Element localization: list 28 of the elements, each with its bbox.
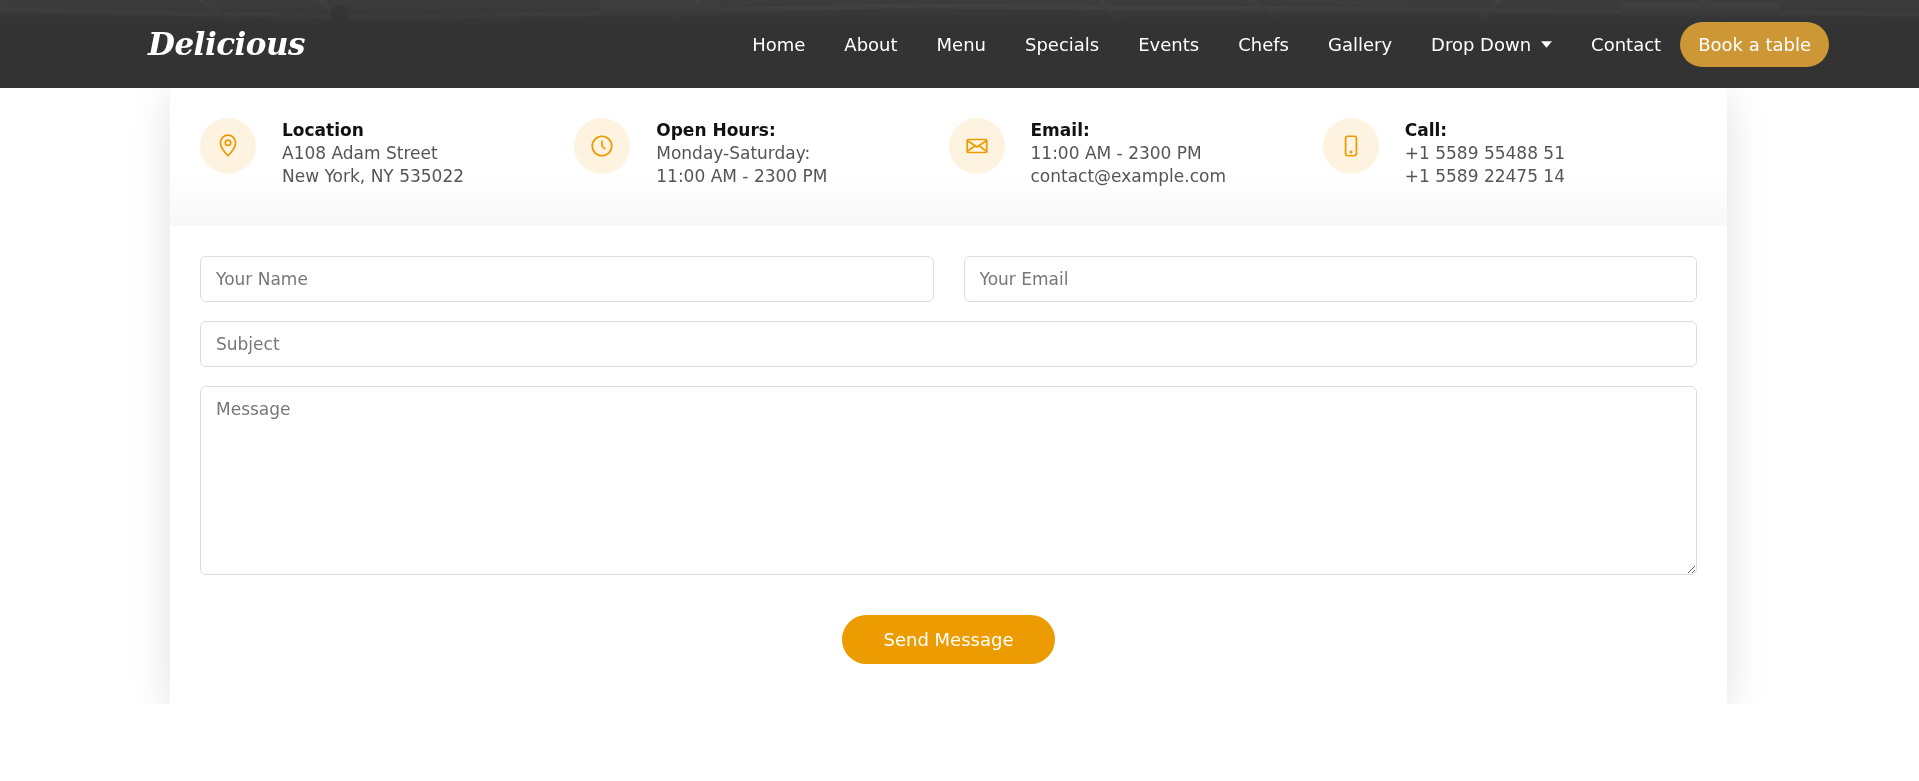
info-title: Call: bbox=[1404, 120, 1449, 140]
nav-link[interactable]: Events bbox=[1138, 33, 1200, 55]
info-text: contact@example.com bbox=[1030, 166, 1226, 186]
nav-link[interactable]: Gallery bbox=[1327, 33, 1393, 55]
nav-link[interactable]: Contact bbox=[1591, 33, 1662, 55]
info-text: New York, NY 535022 bbox=[282, 166, 465, 186]
nav-link[interactable]: About bbox=[844, 33, 898, 55]
caret-icon bbox=[1541, 40, 1553, 48]
info-title: Open Hours: bbox=[656, 120, 777, 140]
nav-link[interactable]: Menu bbox=[936, 33, 986, 55]
name-field[interactable]: Your Name bbox=[200, 256, 934, 302]
nav-link[interactable]: Specials bbox=[1025, 33, 1100, 55]
nav-dropdown[interactable]: Drop Down bbox=[1431, 33, 1553, 55]
subject-field[interactable]: Subject bbox=[200, 321, 1697, 367]
nav-link[interactable]: Chefs bbox=[1238, 33, 1289, 55]
info-text: +1 5589 55488 51 bbox=[1404, 143, 1565, 163]
info-title: Location bbox=[282, 120, 365, 140]
info-text: +1 5589 22475 14 bbox=[1404, 166, 1565, 186]
nav-link[interactable]: Home bbox=[752, 33, 806, 55]
info-text: A108 Adam Street bbox=[282, 143, 439, 163]
message-field[interactable]: Message bbox=[200, 386, 1697, 575]
info-text: 11:00 AM - 2300 PM bbox=[1030, 143, 1203, 163]
email-field[interactable]: Your Email bbox=[963, 256, 1697, 302]
info-text: Monday-Saturday: bbox=[656, 143, 812, 163]
logo[interactable]: Delicious bbox=[148, 26, 305, 62]
info-text: 11:00 AM - 2300 PM bbox=[656, 166, 828, 186]
clock-icon bbox=[589, 133, 616, 159]
info-title: Email: bbox=[1030, 120, 1091, 140]
